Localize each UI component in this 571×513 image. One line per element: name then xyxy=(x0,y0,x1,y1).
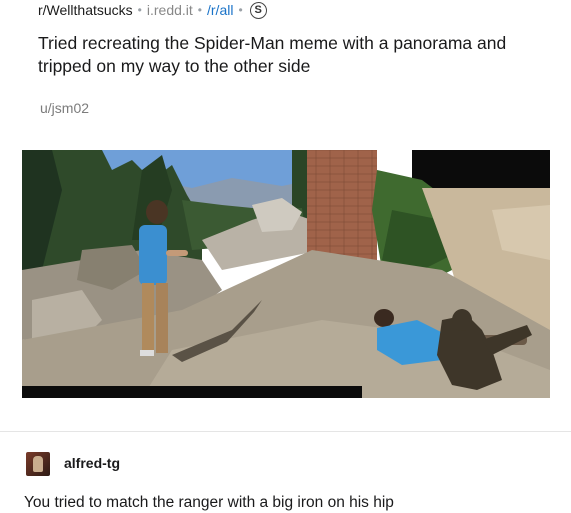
panorama-photo-icon xyxy=(22,150,550,398)
reddit-post: r/Wellthatsucks • i.redd.it • /r/all • S… xyxy=(0,0,571,430)
post-author[interactable]: u/jsm02 xyxy=(40,100,89,116)
domain-link[interactable]: i.redd.it xyxy=(147,2,193,18)
post-meta: r/Wellthatsucks • i.redd.it • /r/all • S xyxy=(38,0,267,20)
crosspost-link[interactable]: /r/all xyxy=(207,2,233,18)
spoiler-badge-icon: S xyxy=(249,1,267,19)
comment-username[interactable]: alfred-tg xyxy=(64,455,120,471)
subreddit-link[interactable]: r/Wellthatsucks xyxy=(38,2,133,18)
comment-text: You tried to match the ranger with a big… xyxy=(24,494,394,511)
separator-dot: • xyxy=(137,3,142,17)
post-image[interactable] xyxy=(22,150,550,398)
separator-dot: • xyxy=(238,3,243,17)
user-avatar-icon[interactable] xyxy=(26,452,50,476)
post-title[interactable]: Tried recreating the Spider-Man meme wit… xyxy=(38,32,558,78)
separator-dot: • xyxy=(197,3,202,17)
section-divider xyxy=(0,431,571,432)
